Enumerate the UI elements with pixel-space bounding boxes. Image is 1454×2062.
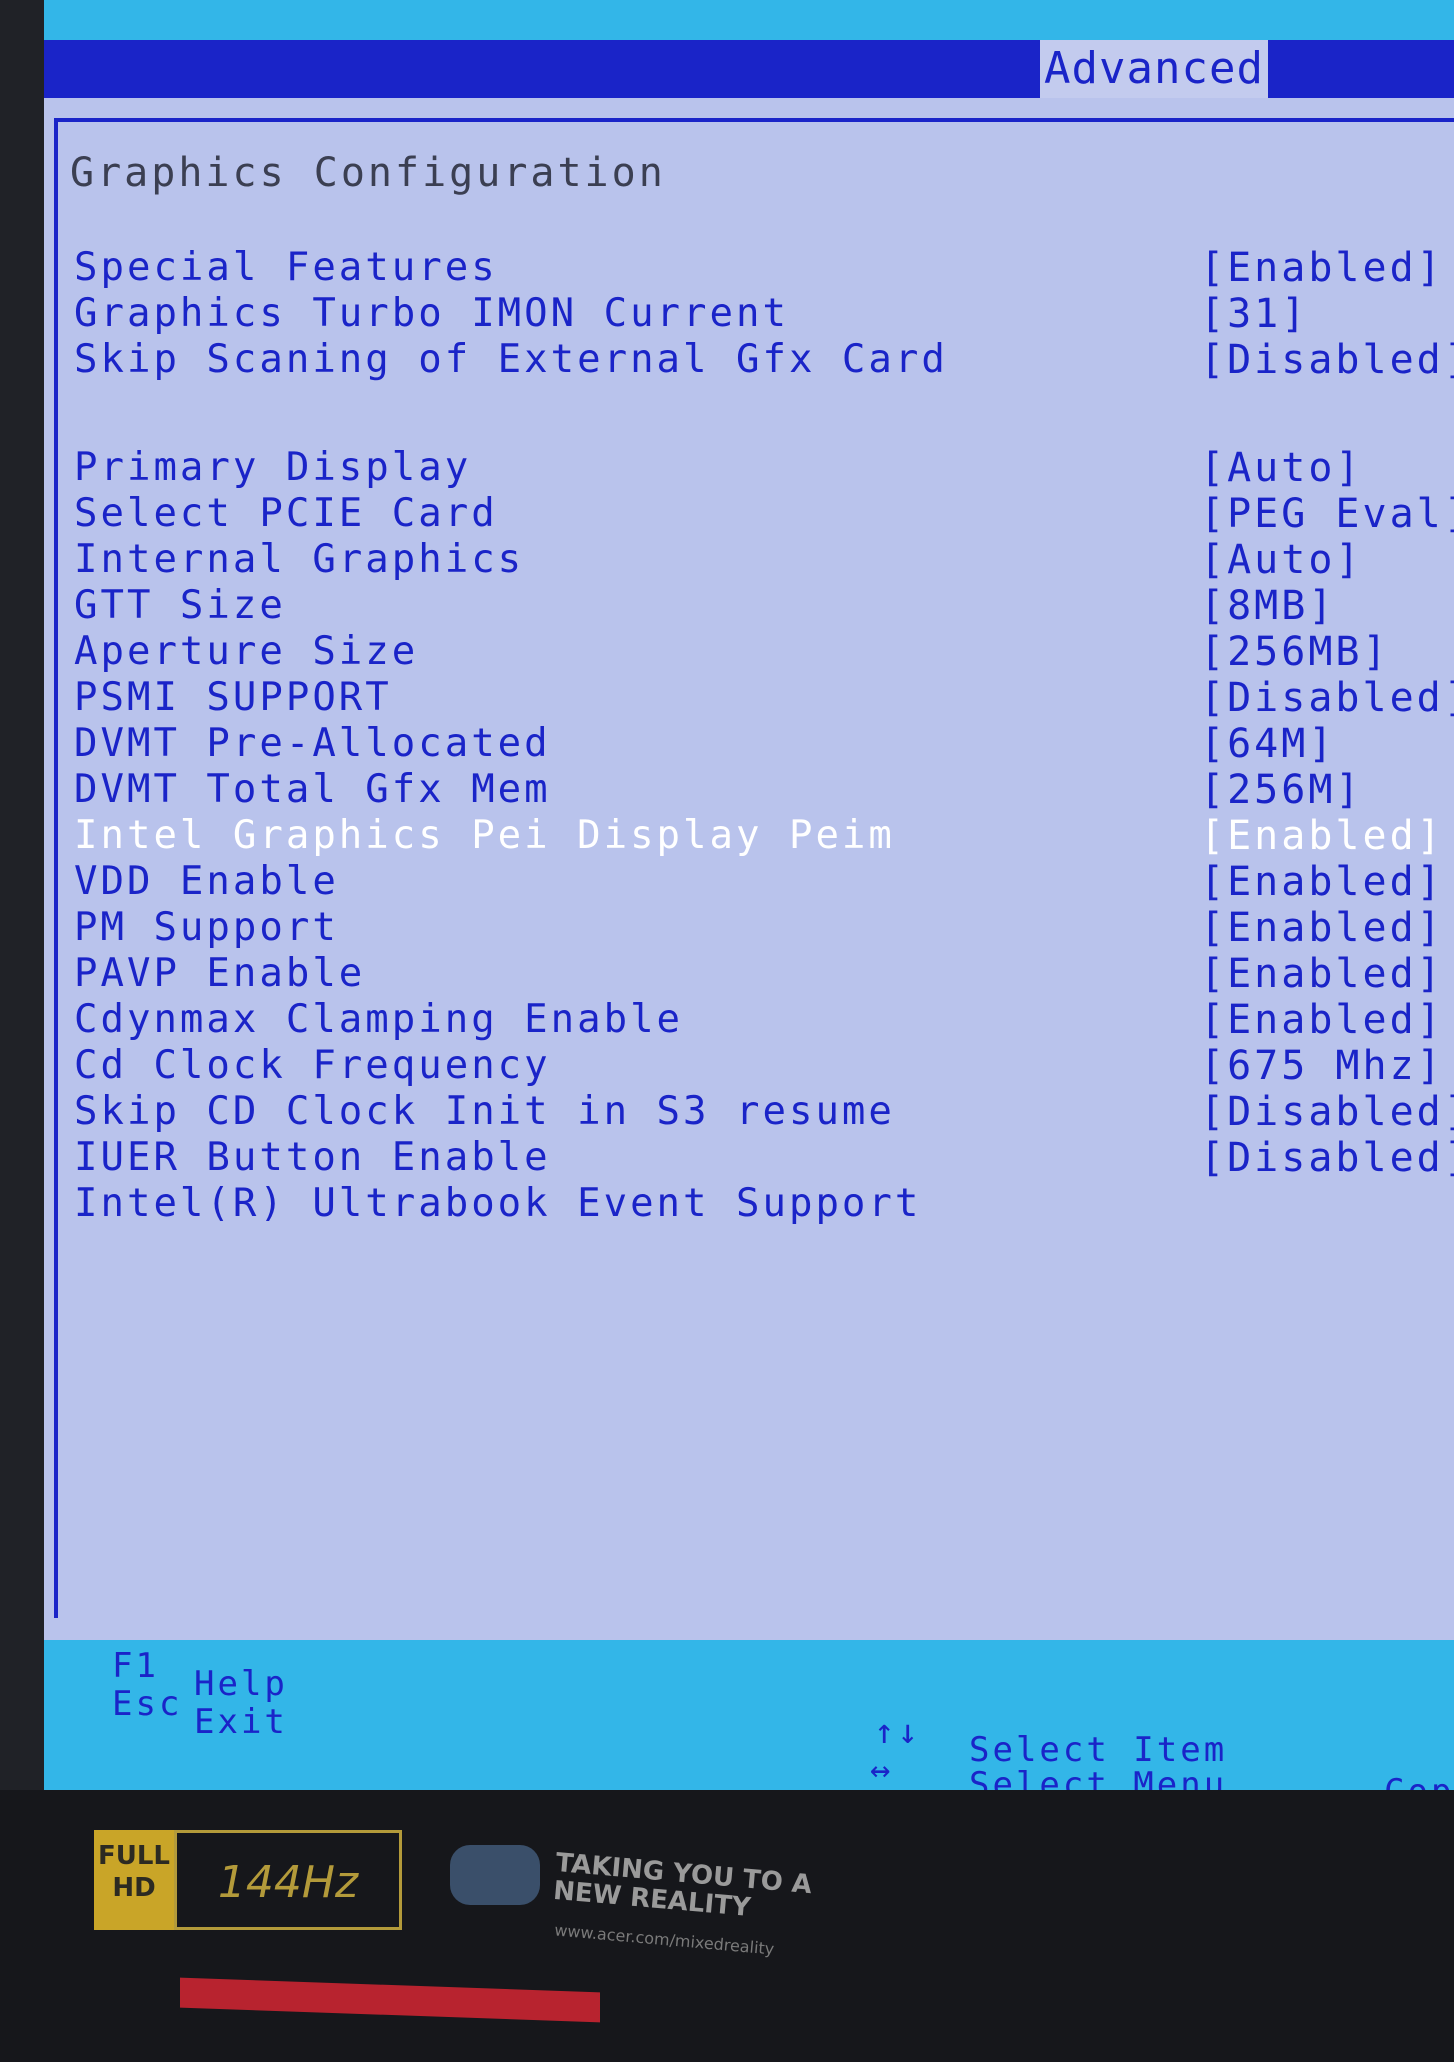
setting-row[interactable]: Aperture Size [256MB] [74,629,1454,677]
setting-label: PSMI SUPPORT [74,675,392,720]
setting-value[interactable]: [Enabled] [1200,245,1444,291]
setting-row[interactable]: Special Features [Enabled] [74,245,1454,293]
vr-headset-icon [450,1845,540,1905]
setting-value[interactable]: [Disabled] [1200,675,1454,721]
setting-value[interactable]: [31] [1200,291,1308,337]
setting-label: PM Support [74,905,339,950]
tab-advanced[interactable]: Advanced [1040,40,1268,98]
setting-value[interactable]: [Enabled] [1200,813,1444,859]
setting-label: Cdynmax Clamping Enable [74,997,684,1042]
setting-value[interactable]: [Enabled] [1200,859,1444,905]
setting-label: Intel Graphics Pei Display Peim [74,813,895,858]
setting-value[interactable]: [Auto] [1200,445,1363,491]
setting-row[interactable]: Internal Graphics [Auto] [74,537,1454,585]
setting-label: Internal Graphics [74,537,525,582]
f1-key: F1 [112,1646,159,1686]
setting-label: IUER Button Enable [74,1135,551,1180]
setting-row[interactable]: DVMT Total Gfx Mem [256M] [74,767,1454,815]
setting-value[interactable]: [675 Mhz] [1200,1043,1444,1089]
setting-row[interactable]: DVMT Pre-Allocated [64M] [74,721,1454,769]
setting-value[interactable]: [Enabled] [1200,997,1444,1043]
setting-value[interactable]: [PEG Eval] [1200,491,1454,537]
setting-row[interactable]: Primary Display [Auto] [74,445,1454,493]
setting-label: Cd Clock Frequency [74,1043,551,1088]
setting-value[interactable]: [256MB] [1200,629,1390,675]
setting-label: GTT Size [74,583,286,628]
setting-label: Select PCIE Card [74,491,498,536]
setting-row[interactable]: GTT Size [8MB] [74,583,1454,631]
top-strip [44,0,1454,40]
setting-row[interactable]: Graphics Turbo IMON Current [31] [74,291,1454,339]
setting-value[interactable]: [Disabled] [1200,337,1454,383]
setting-value[interactable]: [64M] [1200,721,1335,767]
full-hd-badge-line2: HD [112,1873,156,1903]
setting-row[interactable]: VDD Enable [Enabled] [74,859,1454,907]
setting-value[interactable]: [Auto] [1200,537,1363,583]
setting-row[interactable]: PM Support [Enabled] [74,905,1454,953]
setting-label: Skip Scaning of External Gfx Card [74,337,948,382]
bios-screen: Advanced Graphics Configuration Special … [44,0,1454,1800]
setting-row[interactable]: Skip Scaning of External Gfx Card [Disabl… [74,337,1454,385]
setting-row[interactable]: Intel Graphics Pei Display Peim [Enabled] [74,813,1454,861]
setting-row[interactable]: Intel(R) Ultrabook Event Support [74,1181,1454,1229]
setting-value[interactable]: [256M] [1200,767,1363,813]
setting-value[interactable]: [Enabled] [1200,951,1444,997]
setting-value[interactable]: [8MB] [1200,583,1335,629]
setting-label: Primary Display [74,445,472,490]
setting-row[interactable]: Cdynmax Clamping Enable [Enabled] [74,997,1454,1045]
setting-label: PAVP Enable [74,951,366,996]
setting-row[interactable]: Skip CD Clock Init in S3 resume [Disabled… [74,1089,1454,1137]
f1-help-text: Help [194,1664,288,1704]
setting-label: Aperture Size [74,629,419,674]
setting-row[interactable]: PAVP Enable [Enabled] [74,951,1454,999]
setting-label: VDD Enable [74,859,339,904]
setting-row[interactable]: Cd Clock Frequency [675 Mhz] [74,1043,1454,1091]
setting-label: Graphics Turbo IMON Current [74,291,789,336]
page-title: Graphics Configuration [70,150,666,196]
full-hd-badge-line1: FULL [97,1841,170,1871]
setting-label: DVMT Total Gfx Mem [74,767,551,812]
setting-label: Intel(R) Ultrabook Event Support [74,1181,922,1226]
esc-key: Esc [112,1684,183,1724]
setting-value[interactable]: [Enabled] [1200,905,1444,951]
full-hd-badge: FULL HD [94,1830,174,1930]
select-item-text: Select Item [969,1730,1228,1770]
setting-label: DVMT Pre-Allocated [74,721,551,766]
left-right-arrows-icon: ↔ [870,1750,894,1790]
up-down-arrows-icon: ↑↓ [874,1712,921,1752]
setting-label: Special Features [74,245,498,290]
setting-value[interactable]: [Disabled] [1200,1135,1454,1181]
setting-row[interactable]: IUER Button Enable [Disabled] [74,1135,1454,1183]
setting-row[interactable]: Select PCIE Card [PEG Eval] [74,491,1454,539]
monitor-bezel-left [0,0,44,2062]
help-bar: F1 Help Esc Exit ↑↓ Select Item ↔ Select… [44,1640,1454,1800]
setting-label: Skip CD Clock Init in S3 resume [74,1089,895,1134]
setting-value[interactable]: [Disabled] [1200,1089,1454,1135]
setting-row[interactable]: PSMI SUPPORT [Disabled] [74,675,1454,723]
refresh-rate-badge: 144Hz [174,1830,402,1930]
esc-exit-text: Exit [194,1702,288,1742]
